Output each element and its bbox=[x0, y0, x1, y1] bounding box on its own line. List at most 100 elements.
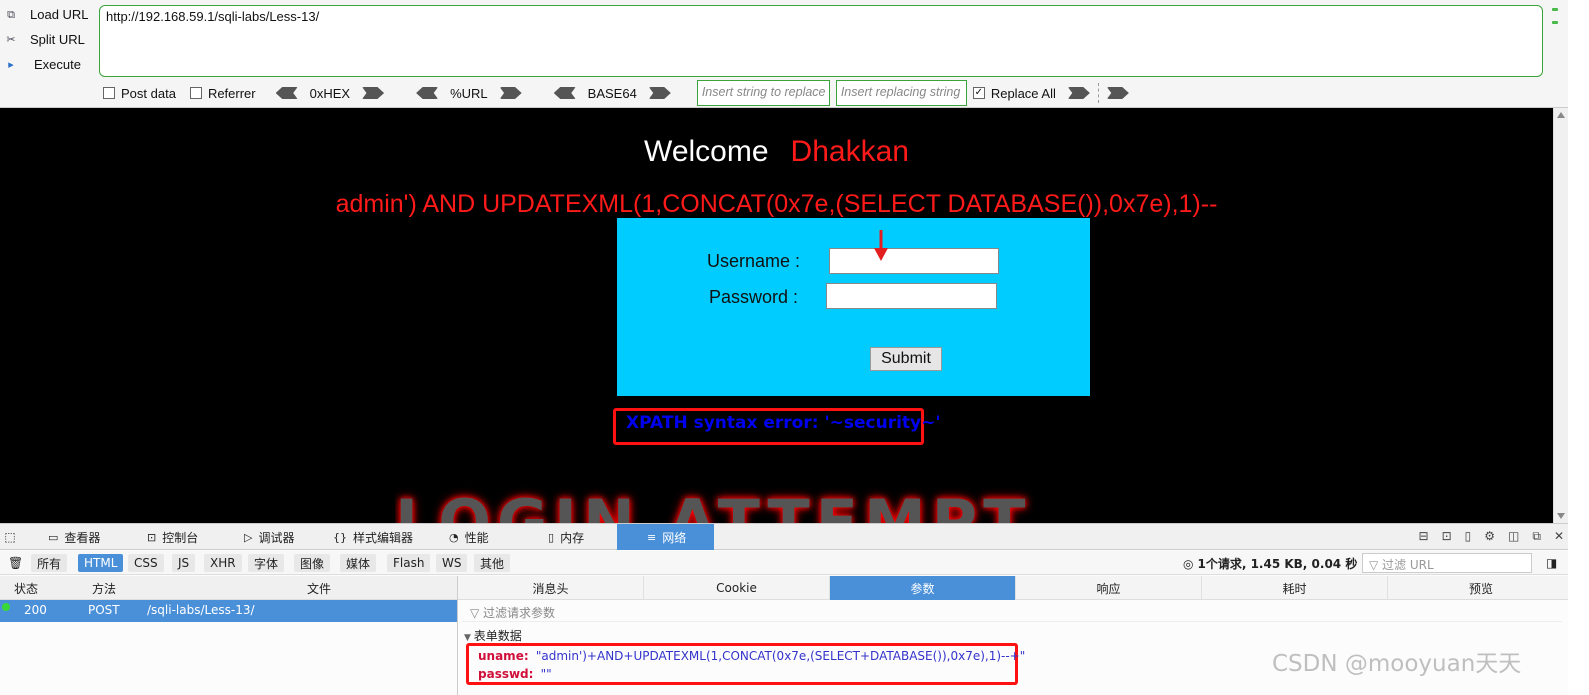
payload-echo: admin') AND UPDATEXML(1,CONCAT(0x7e,(SEL… bbox=[335, 190, 1218, 218]
load-url-button[interactable]: ⧉ Load URL bbox=[0, 2, 95, 27]
page-scrollbar[interactable] bbox=[1553, 108, 1568, 523]
tab-params[interactable]: 参数 bbox=[830, 576, 1016, 600]
filter-fonts[interactable]: 字体 bbox=[248, 554, 285, 572]
submit-button[interactable]: Submit bbox=[870, 347, 942, 371]
tab-performance-label: 性能 bbox=[464, 530, 489, 545]
filter-ws[interactable]: WS bbox=[436, 554, 468, 572]
tab-inspector[interactable]: ▭ 查看器 bbox=[48, 524, 100, 550]
replacing-string-input[interactable]: Insert replacing string bbox=[835, 80, 967, 106]
tab-preview[interactable]: 预览 bbox=[1388, 576, 1574, 600]
tab-headers[interactable]: 消息头 bbox=[458, 576, 644, 600]
summary-icon: ◎ bbox=[1183, 557, 1194, 571]
url-decode-arrow-icon[interactable] bbox=[416, 87, 439, 99]
post-data-label: Post data bbox=[121, 85, 176, 101]
filter-all[interactable]: 所有 bbox=[31, 554, 68, 572]
referrer-label: Referrer bbox=[207, 85, 256, 101]
clear-icon[interactable]: 🗑 bbox=[2, 554, 29, 572]
username-input[interactable] bbox=[829, 248, 999, 274]
uname-value: "admin')+AND+UPDATEXML(1,CONCAT(0x7e,(SE… bbox=[535, 649, 1026, 663]
tab-timings[interactable]: 耗时 bbox=[1202, 576, 1388, 600]
style-editor-icon: {} bbox=[333, 530, 347, 544]
tab-style-editor[interactable]: {} 样式编辑器 bbox=[333, 524, 413, 550]
pick-element-icon[interactable]: ⬚ bbox=[0, 524, 20, 550]
column-method[interactable]: 方法 bbox=[92, 580, 116, 597]
post-data-checkbox[interactable]: Post data bbox=[103, 86, 176, 101]
execute-button[interactable]: ▸ Execute bbox=[0, 52, 95, 77]
passwd-param: passwd: "" bbox=[478, 667, 552, 682]
load-url-icon: ⧉ bbox=[7, 7, 15, 21]
filter-xhr[interactable]: XHR bbox=[204, 554, 242, 572]
filter-flash[interactable]: Flash bbox=[387, 554, 431, 572]
resize-grip-icon[interactable] bbox=[1552, 8, 1560, 34]
table-row[interactable]: 200 POST /sqli-labs/Less-13/ bbox=[0, 600, 457, 622]
form-data-section[interactable]: ▼ 表单数据 bbox=[464, 627, 522, 644]
inspector-icon: ▭ bbox=[48, 530, 59, 544]
tab-console-label: 控制台 bbox=[162, 530, 199, 545]
replace-all-label: Replace All bbox=[990, 85, 1056, 101]
hackbar: ⧉ Load URL ✂ Split URL ▸ Execute http://… bbox=[0, 0, 1589, 108]
tab-debugger-label: 调试器 bbox=[258, 530, 295, 545]
settings-icon[interactable]: ⚙ bbox=[1484, 529, 1495, 544]
hex-label: 0xHEX bbox=[309, 85, 351, 101]
param-filter-input[interactable]: ▽ 过滤请求参数 bbox=[462, 602, 1562, 622]
tab-network-label: 网络 bbox=[662, 530, 687, 545]
close-icon[interactable]: ✕ bbox=[1554, 529, 1564, 544]
base64-decode-arrow-icon[interactable] bbox=[553, 87, 576, 99]
toggle-sidebar-icon[interactable]: ◨ bbox=[1540, 554, 1563, 572]
performance-icon: ◔ bbox=[449, 530, 459, 544]
hex-encoder: 0xHEX bbox=[270, 86, 390, 101]
page-content: Welcome Dhakkan admin') AND UPDATEXML(1,C… bbox=[0, 108, 1553, 523]
dock-side-icon[interactable]: ◫ bbox=[1508, 529, 1519, 544]
annotation-arrow-icon bbox=[874, 230, 888, 261]
url-textarea[interactable]: http://192.168.59.1/sqli-labs/Less-13/ bbox=[99, 5, 1543, 77]
funnel-icon: ▽ bbox=[1369, 558, 1383, 572]
request-method: POST bbox=[88, 603, 120, 617]
hackbar-sidebar: ⧉ Load URL ✂ Split URL ▸ Execute bbox=[0, 2, 95, 77]
tab-network[interactable]: ≡ 网络 bbox=[617, 524, 714, 550]
passwd-value: "" bbox=[540, 667, 552, 681]
tab-console[interactable]: ⊡ 控制台 bbox=[147, 524, 198, 550]
replace-arrow-icon[interactable] bbox=[1067, 87, 1090, 99]
form-data-highlight: uname: "admin')+AND+UPDATEXML(1,CONCAT(0… bbox=[466, 643, 1025, 685]
devtools-panel: ⬚ ▭ 查看器 ⊡ 控制台 ▷ 调试器 {} 样式编辑器 ◔ 性能 ▯ 内存 ≡ 网络 ⊟ ⊡… bbox=[0, 523, 1568, 695]
filter-js[interactable]: JS bbox=[172, 554, 196, 572]
hex-decode-arrow-icon[interactable] bbox=[275, 87, 298, 99]
xpath-error-message: XPATH syntax error: '~security~' bbox=[626, 413, 941, 433]
request-file: /sqli-labs/Less-13/ bbox=[147, 603, 255, 617]
filter-media[interactable]: 媒体 bbox=[340, 554, 377, 572]
filter-css[interactable]: CSS bbox=[128, 554, 164, 572]
url-encode-arrow-icon[interactable] bbox=[499, 87, 522, 99]
column-file[interactable]: 文件 bbox=[307, 580, 331, 597]
layout-icon[interactable]: ⊟ bbox=[1419, 529, 1429, 544]
replace-all-checkbox[interactable]: ✓ Replace All bbox=[972, 85, 1056, 101]
password-input[interactable] bbox=[826, 283, 997, 309]
url-filter-input[interactable]: ▽ 过滤 URL bbox=[1362, 553, 1532, 573]
column-status[interactable]: 状态 bbox=[14, 580, 38, 597]
tab-cookie[interactable]: Cookie bbox=[644, 576, 830, 600]
filter-html[interactable]: HTML bbox=[78, 554, 124, 572]
split-console-icon[interactable]: ⊡ bbox=[1442, 529, 1452, 544]
scissors-icon: ✂ bbox=[6, 33, 16, 46]
hex-encode-arrow-icon[interactable] bbox=[362, 87, 385, 99]
console-icon: ⊡ bbox=[147, 530, 157, 544]
split-url-button[interactable]: ✂ Split URL bbox=[0, 27, 95, 52]
referrer-checkbox[interactable]: Referrer bbox=[189, 85, 256, 101]
responsive-icon[interactable]: ▯ bbox=[1465, 529, 1472, 544]
replace-next-arrow-icon[interactable] bbox=[1106, 87, 1129, 99]
user-name: Dhakkan bbox=[790, 135, 909, 168]
replace-string-input[interactable]: Insert string to replace bbox=[696, 80, 830, 106]
hackbar-options: Post data Referrer 0xHEX %URL BASE64 Ins… bbox=[103, 80, 1135, 106]
username-label: Username : bbox=[707, 251, 801, 271]
tab-response[interactable]: 响应 bbox=[1016, 576, 1202, 600]
form-data-title: 表单数据 bbox=[473, 629, 522, 643]
tab-memory[interactable]: ▯ 内存 bbox=[548, 524, 584, 550]
request-summary: ◎ 1个请求, 1.45 KB, 0.04 秒 bbox=[1183, 555, 1357, 572]
tab-debugger[interactable]: ▷ 调试器 bbox=[244, 524, 294, 550]
filter-other[interactable]: 其他 bbox=[474, 554, 511, 572]
base64-encode-arrow-icon[interactable] bbox=[648, 87, 671, 99]
tab-performance[interactable]: ◔ 性能 bbox=[449, 524, 489, 550]
filter-images[interactable]: 图像 bbox=[294, 554, 331, 572]
uname-key: uname: bbox=[478, 649, 529, 663]
undock-icon[interactable]: ⧉ bbox=[1532, 529, 1541, 544]
url-encoder: %URL bbox=[410, 86, 528, 101]
